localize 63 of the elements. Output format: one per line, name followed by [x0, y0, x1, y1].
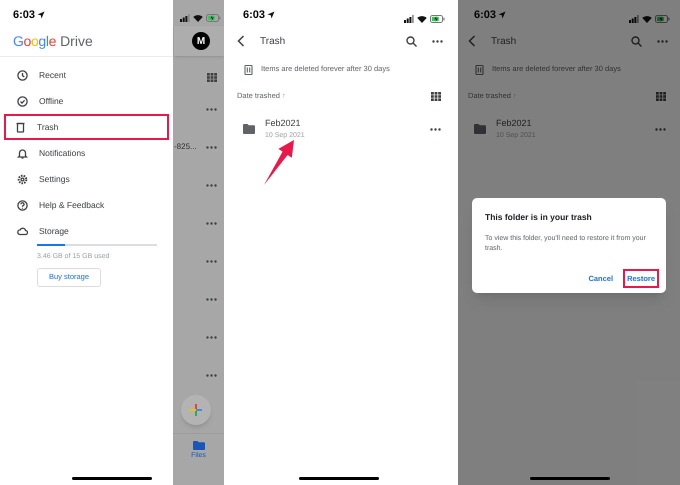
status-time: 6:03: [13, 8, 36, 22]
folder-icon: [243, 124, 255, 134]
more-icon[interactable]: [206, 298, 217, 300]
menu-item[interactable]: Notifications: [4, 140, 169, 166]
more-icon[interactable]: [206, 336, 217, 338]
bell-icon: [17, 148, 28, 158]
location-arrow-icon: [267, 10, 276, 19]
search-icon[interactable]: [631, 36, 642, 46]
grid-view-icon[interactable]: [656, 92, 666, 100]
more-icon[interactable]: [206, 184, 217, 186]
screen-title: Trash: [491, 34, 516, 48]
file-name-snippet: -825...: [174, 141, 197, 153]
back-icon[interactable]: [468, 35, 476, 47]
wifi-icon: [417, 15, 427, 23]
more-icon[interactable]: [206, 222, 217, 224]
folder-name: Feb2021: [265, 116, 302, 130]
folder-icon: [474, 124, 486, 134]
more-icon[interactable]: [655, 128, 666, 130]
menu-item[interactable]: Trash: [4, 114, 169, 140]
folder-icon[interactable]: [192, 441, 204, 450]
more-icon[interactable]: [206, 374, 217, 376]
circle-check-icon: [17, 96, 28, 106]
wifi-icon: [642, 15, 652, 23]
help-icon: [17, 200, 28, 210]
screen-title: Trash: [260, 34, 286, 48]
cloud-icon: [17, 226, 28, 236]
location-arrow-icon: [498, 10, 506, 19]
status-time: 6:03: [474, 8, 496, 22]
plus-icon: [190, 404, 202, 416]
back-icon[interactable]: [237, 35, 245, 47]
status-time: 6:03: [243, 8, 266, 22]
search-icon[interactable]: [406, 36, 417, 46]
more-icon[interactable]: [430, 128, 441, 130]
wifi-icon: [193, 14, 203, 22]
battery-icon: [430, 15, 445, 23]
battery-icon: [655, 15, 670, 23]
more-icon[interactable]: [206, 260, 217, 262]
clock-icon: [17, 70, 28, 80]
settings-icon: [17, 174, 28, 184]
logo-product: Drive: [60, 32, 93, 50]
more-icon[interactable]: [432, 40, 443, 42]
signal-icon: [404, 15, 414, 23]
menu-item[interactable]: Settings: [4, 166, 169, 192]
trash-icon: [15, 122, 26, 132]
folder-name: Feb2021: [496, 116, 533, 130]
location-arrow-icon: [37, 10, 46, 19]
grid-view-icon[interactable]: [431, 92, 441, 100]
trash-icon: [475, 64, 484, 74]
more-icon[interactable]: [206, 146, 217, 148]
signal-icon: [629, 15, 639, 23]
logo-text: Google: [13, 32, 56, 51]
avatar[interactable]: M: [192, 32, 210, 50]
battery-icon: [206, 14, 221, 22]
menu-item[interactable]: Storage: [4, 218, 169, 244]
menu-item[interactable]: Help & Feedback: [4, 192, 169, 218]
dialog-title: This folder is in your trash: [485, 211, 593, 224]
trash-icon: [244, 64, 253, 74]
more-icon[interactable]: [657, 40, 668, 42]
grid-view-icon[interactable]: [207, 72, 217, 82]
menu-item[interactable]: Offline: [4, 88, 169, 114]
signal-icon: [180, 14, 190, 22]
menu-item[interactable]: Recent: [4, 62, 169, 88]
more-icon[interactable]: [206, 108, 217, 110]
